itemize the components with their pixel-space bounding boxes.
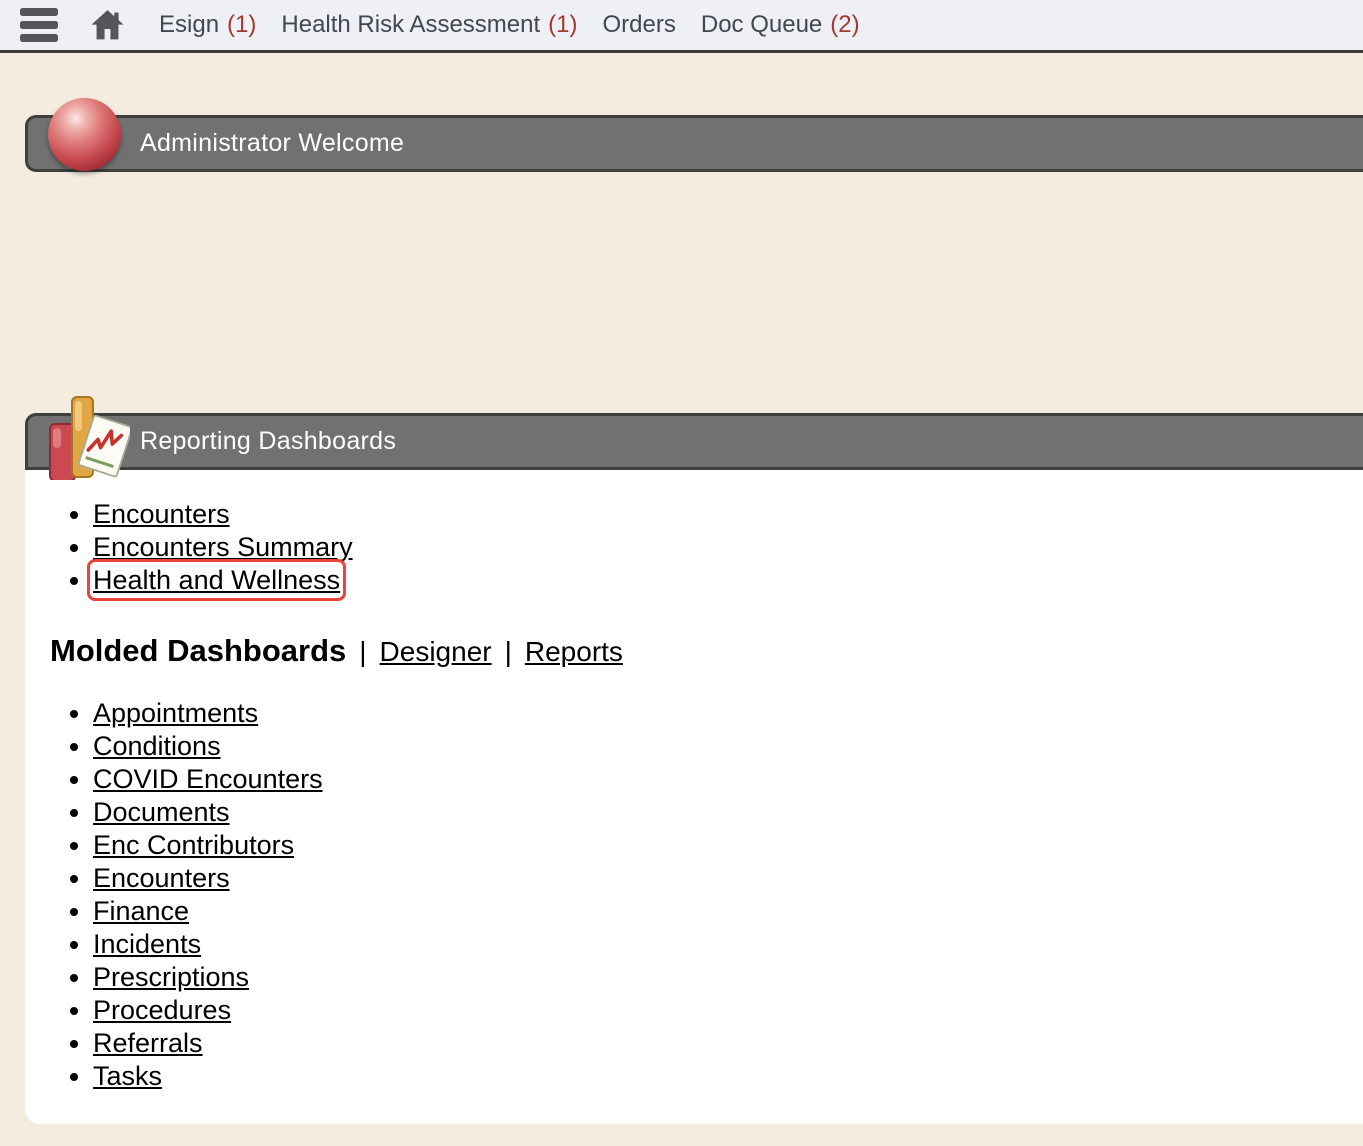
molded-list-item: Encounters — [93, 862, 1363, 895]
reporting-links-list: Encounters Encounters Summary Health and… — [25, 498, 1363, 597]
separator: | — [359, 636, 366, 668]
molded-list-item: Incidents — [93, 928, 1363, 961]
dashboard-link[interactable]: Procedures — [93, 995, 231, 1025]
reporting-list-item: Encounters — [93, 498, 1363, 531]
dashboard-link[interactable]: COVID Encounters — [93, 764, 323, 794]
top-nav-link-count: (1) — [548, 11, 577, 39]
dashboard-link[interactable]: Encounters — [93, 863, 230, 893]
home-icon[interactable] — [89, 7, 126, 44]
reporting-dashboards-body: Encounters Encounters Summary Health and… — [25, 470, 1363, 1124]
hamburger-bar — [20, 8, 58, 16]
molded-list-item: Documents — [93, 796, 1363, 829]
molded-dashboards-heading: Molded Dashboards | Designer | Reports — [50, 633, 1363, 669]
dashboard-link[interactable]: Health and Wellness — [93, 565, 340, 595]
reporting-dashboards-title: Reporting Dashboards — [140, 427, 396, 456]
top-navigation-bar: Esign (1) Health Risk Assessment (1) Order… — [0, 0, 1363, 53]
molded-list-item: Conditions — [93, 730, 1363, 763]
hamburger-bar — [20, 34, 58, 42]
hamburger-menu-icon[interactable] — [20, 8, 58, 42]
molded-list-item: Referrals — [93, 1027, 1363, 1060]
molded-list-item: Prescriptions — [93, 961, 1363, 994]
designer-link[interactable]: Designer — [380, 636, 492, 668]
red-sphere-icon — [48, 98, 121, 171]
dashboard-link[interactable]: Documents — [93, 797, 230, 827]
top-nav-link-count: (2) — [830, 11, 859, 39]
molded-list-item: Enc Contributors — [93, 829, 1363, 862]
top-nav-link[interactable]: Doc Queue (2) — [701, 11, 860, 39]
chart-report-icon — [45, 395, 130, 480]
molded-list-item: Procedures — [93, 994, 1363, 1027]
molded-list-item: Appointments — [93, 697, 1363, 730]
reporting-list-item: Encounters Summary — [93, 531, 1363, 564]
separator: | — [505, 636, 512, 668]
hamburger-bar — [20, 21, 58, 29]
dashboard-link[interactable]: Encounters Summary — [93, 532, 353, 562]
reporting-list-item: Health and Wellness — [93, 564, 1363, 597]
dashboard-link[interactable]: Referrals — [93, 1028, 203, 1058]
dashboard-link[interactable]: Appointments — [93, 698, 258, 728]
molded-links-list: Appointments Conditions COVID Encounters… — [25, 697, 1363, 1093]
administrator-welcome-title: Administrator Welcome — [140, 129, 404, 158]
top-nav-link-label: Health Risk Assessment — [281, 11, 540, 39]
top-nav-link[interactable]: Orders — [603, 11, 676, 39]
dashboard-link[interactable]: Tasks — [93, 1061, 162, 1091]
dashboard-link[interactable]: Incidents — [93, 929, 201, 959]
top-nav-link-label: Orders — [603, 11, 676, 39]
top-nav-links: Esign (1) Health Risk Assessment (1) Order… — [159, 11, 860, 39]
reporting-dashboards-header: Reporting Dashboards — [25, 413, 1363, 470]
top-nav-link-count: (1) — [227, 11, 256, 39]
dashboard-link[interactable]: Encounters — [93, 499, 230, 529]
dashboard-link[interactable]: Enc Contributors — [93, 830, 294, 860]
administrator-welcome-header: Administrator Welcome — [25, 115, 1363, 172]
molded-dashboards-title: Molded Dashboards — [50, 633, 346, 669]
reports-link[interactable]: Reports — [525, 636, 623, 668]
dashboard-link[interactable]: Finance — [93, 896, 189, 926]
top-nav-link[interactable]: Esign (1) — [159, 11, 256, 39]
molded-list-item: Finance — [93, 895, 1363, 928]
molded-list-item: Tasks — [93, 1060, 1363, 1093]
top-nav-link-label: Esign — [159, 11, 219, 39]
molded-list-item: COVID Encounters — [93, 763, 1363, 796]
dashboard-link[interactable]: Conditions — [93, 731, 221, 761]
top-nav-link[interactable]: Health Risk Assessment (1) — [281, 11, 577, 39]
top-nav-link-label: Doc Queue — [701, 11, 822, 39]
dashboard-link[interactable]: Prescriptions — [93, 962, 249, 992]
